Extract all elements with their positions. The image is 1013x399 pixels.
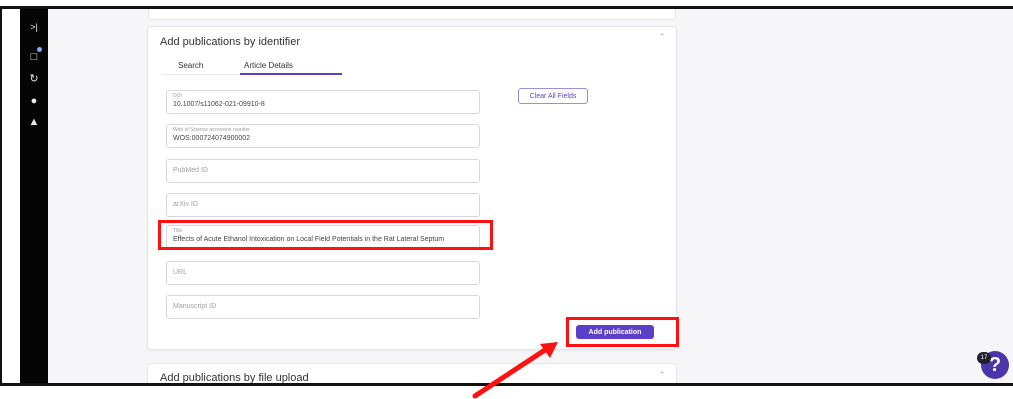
tab-article-details[interactable]: Article Details	[244, 61, 293, 70]
doi-value: 10.1007/s11062-021-09910-8	[173, 101, 265, 108]
bell-icon[interactable]: ▲	[20, 116, 48, 128]
pubmed-id-placeholder: PubMed ID	[173, 167, 209, 174]
expand-icon[interactable]: >|	[20, 21, 48, 33]
arxiv-id-field[interactable]: arXiv ID	[166, 193, 480, 217]
add-publication-highlight-box	[566, 317, 679, 347]
left-edge	[0, 8, 2, 385]
url-field[interactable]: URL	[166, 261, 480, 285]
tab-bar: Search Article Details	[162, 58, 342, 75]
card-title: Add publications by identifier	[160, 36, 301, 48]
manuscript-id-field[interactable]: Manuscript ID	[166, 295, 480, 319]
notification-dot	[37, 47, 42, 52]
sidebar: >| □ ↻ ● ▲	[20, 9, 48, 383]
wos-value: WOS:000724074900002	[173, 135, 251, 142]
red-arrow-annotation	[472, 342, 558, 399]
wos-label: Web of Science accession number	[173, 127, 250, 133]
previous-card-stub	[148, 9, 676, 20]
manuscript-id-placeholder: Manuscript ID	[173, 303, 217, 310]
arxiv-id-placeholder: arXiv ID	[173, 201, 198, 208]
help-count-badge: 17	[977, 352, 991, 364]
chevron-down-icon[interactable]: ˇ	[661, 371, 664, 382]
user-icon[interactable]: ●	[20, 95, 48, 107]
file-upload-card[interactable]: Add publications by file upload ˇ	[147, 363, 677, 384]
chevron-up-icon[interactable]: ˆ	[661, 33, 664, 44]
tab-search[interactable]: Search	[178, 61, 203, 70]
active-tab-indicator	[240, 73, 342, 75]
identifier-card: Add publications by identifier ˆ Search …	[147, 26, 677, 350]
pubmed-id-field[interactable]: PubMed ID	[166, 159, 480, 183]
url-placeholder: URL	[173, 269, 188, 276]
doi-field[interactable]: DOI 10.1007/s11062-021-09910-8	[166, 90, 480, 114]
wos-field[interactable]: Web of Science accession number WOS:0007…	[166, 124, 480, 148]
folder-icon[interactable]: □	[20, 51, 48, 63]
doi-label: DOI	[173, 93, 182, 99]
title-highlight-box	[158, 220, 493, 250]
history-icon[interactable]: ↻	[20, 73, 48, 85]
clear-all-fields-button[interactable]: Clear All Fields	[518, 88, 588, 104]
